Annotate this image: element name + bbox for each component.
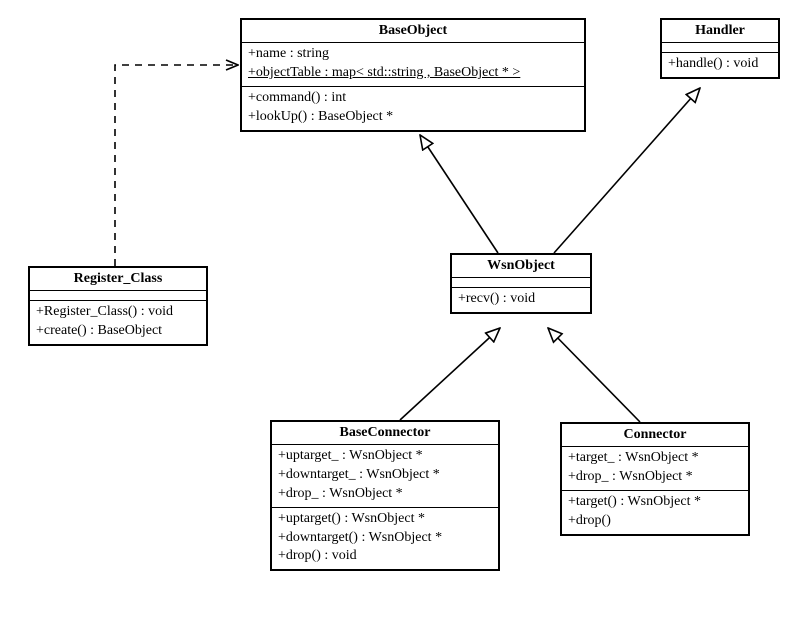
attributes: +target_ : WsnObject * +drop_ : WsnObjec… [562,446,748,490]
class-handler: Handler +handle() : void [660,18,780,79]
class-name: BaseConnector [272,422,498,444]
attribute: +name : string [248,45,578,64]
operation: +uptarget() : WsnObject * [278,510,492,529]
attribute: +downtarget_ : WsnObject * [278,466,492,485]
class-name: Connector [562,424,748,446]
class-name: BaseObject [242,20,584,42]
attribute: +uptarget_ : WsnObject * [278,447,492,466]
operations: +recv() : void [452,287,590,312]
operation: +drop() [568,512,742,531]
class-connector: Connector +target_ : WsnObject * +drop_ … [560,422,750,536]
attributes [30,290,206,300]
attribute: +drop_ : WsnObject * [568,468,742,487]
attributes [452,277,590,287]
operation: +create() : BaseObject [36,322,200,341]
attributes: +uptarget_ : WsnObject * +downtarget_ : … [272,444,498,507]
operations: +handle() : void [662,52,778,77]
class-base-object: BaseObject +name : string +objectTable :… [240,18,586,132]
class-wsn-object: WsnObject +recv() : void [450,253,592,314]
operation: +target() : WsnObject * [568,493,742,512]
attribute: +drop_ : WsnObject * [278,485,492,504]
class-name: Handler [662,20,778,42]
operation: +downtarget() : WsnObject * [278,529,492,548]
uml-diagram: BaseObject (dashed dependency) --> BaseO… [0,0,800,622]
operations: +uptarget() : WsnObject * +downtarget() … [272,507,498,570]
operation: +lookUp() : BaseObject * [248,108,578,127]
operations: +command() : int +lookUp() : BaseObject … [242,86,584,130]
attribute-static: +objectTable : map< std::string , BaseOb… [248,64,578,83]
operation: +Register_Class() : void [36,303,200,322]
operation: +handle() : void [668,55,772,74]
class-name: WsnObject [452,255,590,277]
attribute: +target_ : WsnObject * [568,449,742,468]
operation: +command() : int [248,89,578,108]
operation: +recv() : void [458,290,584,309]
attributes [662,42,778,52]
class-name: Register_Class [30,268,206,290]
class-register-class: Register_Class +Register_Class() : void … [28,266,208,346]
class-base-connector: BaseConnector +uptarget_ : WsnObject * +… [270,420,500,571]
operations: +target() : WsnObject * +drop() [562,490,748,534]
operation: +drop() : void [278,547,492,566]
attributes: +name : string +objectTable : map< std::… [242,42,584,86]
operations: +Register_Class() : void +create() : Bas… [30,300,206,344]
